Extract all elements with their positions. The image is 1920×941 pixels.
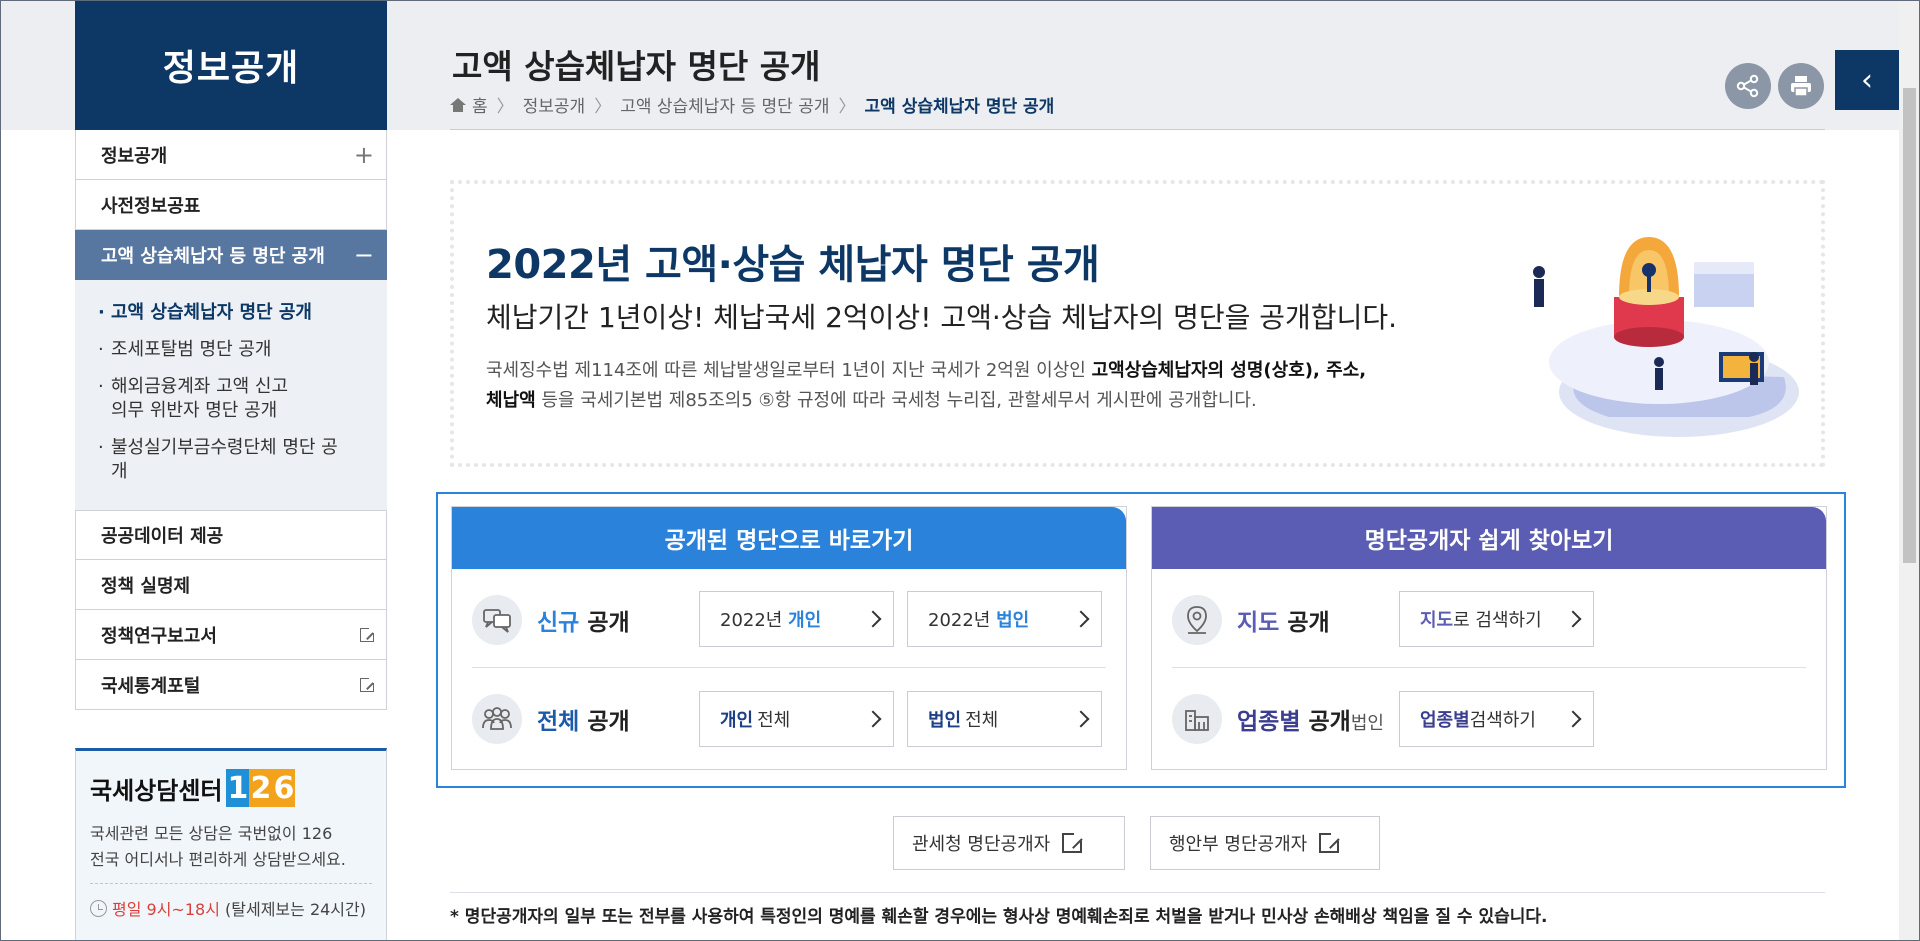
clock-icon — [90, 899, 107, 917]
intro-banner: 2022년 고액·상습 체납자 명단 공개 체납기간 1년이상! 체납국세 2억… — [450, 180, 1825, 467]
sidebar-menu: 정보공개 + 사전정보공표 고액 상습체납자 등 명단 공개 − · 고액 상습체… — [75, 130, 387, 710]
map-pin-icon — [1172, 594, 1222, 645]
sidebar-item-label: 사전정보공표 — [101, 195, 201, 217]
link-map-search[interactable]: 지도 로 검색하기 — [1399, 591, 1594, 647]
sidebar-item-label: 정책연구보고서 — [101, 625, 217, 647]
chevron-right-icon — [864, 710, 882, 728]
published-list-panel: 공개된 명단으로 바로가기 신규 공개 2022년 개인 2022년 법인 전체… — [451, 506, 1127, 770]
chevron-right-icon — [1072, 710, 1090, 728]
chevron-right-icon — [1564, 610, 1582, 628]
sidebar-item-tax-stats[interactable]: 국세통계포털 — [75, 660, 387, 710]
sidebar-subitem-overseas-account[interactable]: · 해외금융계좌 고액 신고 의무 위반자 명단 공개 — [76, 370, 387, 431]
sidebar-item-pre-disclosure[interactable]: 사전정보공표 — [75, 180, 387, 230]
sidebar-item-label: 국세통계포털 — [101, 675, 201, 697]
banner-title: 2022년 고액·상습 체납자 명단 공개 — [486, 242, 1100, 288]
counsel-number-126: 126 — [226, 769, 296, 807]
banner-description: 국세징수법 제114조에 따른 체납발생일로부터 1년이 지난 국세가 2억원 … — [486, 360, 1367, 411]
customs-list-button[interactable]: 관세청 명단공개자 — [893, 816, 1125, 870]
link-2022-corporate[interactable]: 2022년 법인 — [907, 591, 1102, 647]
building-icon — [1172, 693, 1222, 744]
sidebar-subitem-delinquent[interactable]: · 고액 상습체납자 명단 공개 — [76, 296, 387, 333]
link-all-personal[interactable]: 개인 전체 — [699, 691, 894, 747]
breadcrumb-home[interactable]: 홈 — [472, 92, 488, 117]
collapse-panel-button[interactable]: ‹ — [1835, 50, 1899, 110]
sidebar-item-policy-name[interactable]: 정책 실명제 — [75, 560, 387, 610]
published-list-header: 공개된 명단으로 바로가기 — [452, 507, 1126, 569]
siren-illustration — [1533, 237, 1799, 437]
counsel-desc: 국세관련 모든 상담은 국번없이 126 전국 어디서나 편리하게 상담받으세요… — [90, 824, 346, 869]
sidebar-subitem-tax-evasion[interactable]: · 조세포탈범 명단 공개 — [76, 333, 387, 370]
chevron-right-icon — [1564, 710, 1582, 728]
chat-bubble-icon — [472, 594, 522, 645]
people-group-icon — [472, 693, 522, 744]
sidebar-title: 정보공개 — [75, 0, 387, 130]
sidebar-subitem-donation-org[interactable]: · 불성실기부금수령단체 명단 공개 — [76, 431, 387, 492]
external-link-icon — [360, 625, 376, 642]
share-icon — [1736, 74, 1759, 98]
chevron-left-icon: ‹ — [1861, 62, 1873, 98]
counsel-center-title: 국세상담센터 126 — [90, 769, 296, 807]
banner-subtitle: 체납기간 1년이상! 체납국세 2억이상! 고액·상습 체납자의 명단을 공개합… — [486, 301, 1397, 334]
external-link-icon — [1319, 831, 1342, 853]
share-button[interactable] — [1725, 63, 1771, 109]
page-title: 고액 상습체납자 명단 공개 — [452, 47, 821, 86]
link-all-corporate[interactable]: 법인 전체 — [907, 691, 1102, 747]
breadcrumb-current: 고액 상습체납자 명단 공개 — [864, 97, 1055, 117]
sidebar-item-label: 정책 실명제 — [101, 575, 191, 597]
external-link-icon — [1062, 831, 1085, 853]
mois-list-button[interactable]: 행안부 명단공개자 — [1150, 816, 1380, 870]
printer-icon — [1791, 76, 1811, 97]
external-link-icon — [360, 675, 376, 692]
link-2022-personal[interactable]: 2022년 개인 — [699, 591, 894, 647]
counsel-hours: 평일 9시~18시 (탈세제보는 24시간) — [90, 896, 372, 920]
map-disclosure-label: 지도 공개 — [1237, 609, 1330, 636]
minus-icon: − — [353, 240, 374, 269]
home-icon[interactable] — [450, 97, 466, 112]
link-industry-search[interactable]: 업종별 검색하기 — [1399, 691, 1594, 747]
sidebar-item-policy-report[interactable]: 정책연구보고서 — [75, 610, 387, 660]
breadcrumb-info[interactable]: 정보공개 — [523, 92, 586, 117]
plus-icon: + — [353, 140, 374, 169]
breadcrumb-delinquent-group[interactable]: 고액 상습체납자 등 명단 공개 — [620, 92, 829, 117]
sidebar-submenu: · 고액 상습체납자 명단 공개 · 조세포탈범 명단 공개 · 해외금융계좌 고액 … — [75, 280, 387, 510]
easy-search-header: 명단공개자 쉽게 찾아보기 — [1152, 507, 1826, 569]
easy-search-panel: 명단공개자 쉽게 찾아보기 지도 공개 지도 로 검색하기 업종별 공개법인 업종… — [1151, 506, 1827, 770]
chevron-right-icon — [864, 610, 882, 628]
all-disclosure-label: 전체 공개 — [537, 708, 630, 735]
sidebar-item-delinquent-list[interactable]: 고액 상습체납자 등 명단 공개 − — [75, 230, 387, 280]
sidebar-item-info-disclosure[interactable]: 정보공개 + — [75, 130, 387, 180]
sidebar-item-label: 공공데이터 제공 — [101, 526, 224, 547]
scrollbar-thumb[interactable] — [1903, 88, 1916, 563]
sidebar-item-label: 정보공개 — [101, 145, 168, 167]
breadcrumb: 홈 〉 정보공개 〉 고액 상습체납자 등 명단 공개 〉 고액 상습체납자 명… — [450, 92, 1054, 117]
sidebar-item-public-data[interactable]: 공공데이터 제공 — [75, 510, 387, 560]
print-button[interactable] — [1778, 63, 1824, 109]
new-disclosure-label: 신규 공개 — [537, 609, 630, 636]
sidebar-item-label: 고액 상습체납자 등 명단 공개 — [101, 245, 325, 267]
legal-notice: * 명단공개자의 일부 또는 전부를 사용하여 특정인의 명예를 훼손할 경우에… — [450, 907, 1548, 927]
chevron-right-icon — [1072, 610, 1090, 628]
industry-disclosure-label: 업종별 공개법인 — [1237, 708, 1384, 735]
counsel-center-box: 국세상담센터 126 국세관련 모든 상담은 국번없이 126 전국 어디서나 … — [75, 748, 387, 941]
